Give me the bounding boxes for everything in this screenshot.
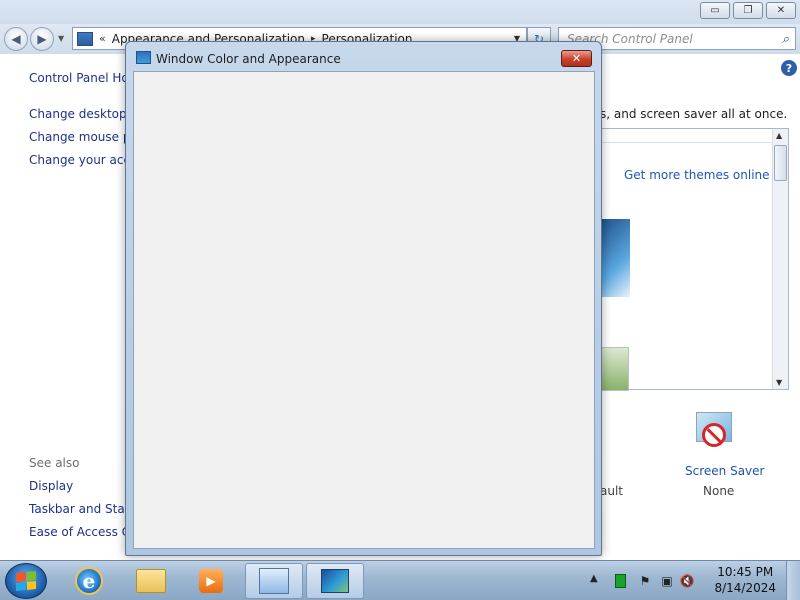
get-more-themes-link[interactable]: Get more themes online bbox=[624, 168, 770, 182]
folder-icon bbox=[136, 569, 166, 593]
screen-saver-icon[interactable] bbox=[693, 410, 735, 454]
breadcrumb-overflow[interactable]: « bbox=[99, 32, 106, 45]
taskbar-media-player[interactable]: ▶ bbox=[182, 563, 240, 599]
prohibited-icon bbox=[702, 423, 726, 447]
clock[interactable]: 10:45 PM 8/14/2024 bbox=[714, 564, 776, 596]
window-controls: ▭ ❐ ✕ bbox=[700, 2, 796, 19]
display-link[interactable]: Display bbox=[29, 479, 73, 493]
screen-saver-value: None bbox=[703, 484, 735, 498]
tray-app-icon[interactable] bbox=[615, 574, 626, 588]
themes-divider bbox=[600, 142, 772, 143]
maximize-button[interactable]: ❐ bbox=[733, 2, 763, 19]
show-desktop-button[interactable] bbox=[786, 561, 800, 600]
scrollbar-thumb[interactable] bbox=[774, 145, 787, 181]
back-button[interactable]: ◀ bbox=[4, 27, 28, 51]
dialog-close-button[interactable]: ✕ bbox=[561, 50, 592, 67]
window-color-dialog: Window Color and Appearance ✕ bbox=[125, 41, 602, 556]
forward-button[interactable]: ▶ bbox=[30, 27, 54, 51]
internet-explorer-icon: e bbox=[75, 567, 103, 595]
taskbar-window-color[interactable] bbox=[306, 563, 364, 599]
page-description: s, and screen saver all at once. bbox=[600, 107, 788, 121]
control-panel-icon bbox=[77, 31, 93, 46]
recent-pages-dropdown[interactable]: ▼ bbox=[58, 34, 64, 43]
dialog-title: Window Color and Appearance bbox=[156, 52, 341, 66]
clock-time: 10:45 PM bbox=[717, 565, 774, 579]
search-icon[interactable]: ⌕ bbox=[782, 32, 789, 47]
back-arrow-icon: ◀ bbox=[11, 32, 21, 46]
media-player-icon: ▶ bbox=[199, 569, 223, 593]
taskbar: e ▶ ▲ ⚑ ▣ 🔇 10:45 PM 8/14/2024 bbox=[0, 560, 800, 600]
taskbar-windows-explorer[interactable] bbox=[122, 563, 180, 599]
control-panel-icon bbox=[259, 568, 289, 594]
scroll-down-icon[interactable]: ▼ bbox=[776, 378, 782, 387]
close-button[interactable]: ✕ bbox=[766, 2, 796, 19]
taskbar-internet-explorer[interactable]: e bbox=[60, 563, 118, 599]
volume-muted-icon[interactable]: 🔇 bbox=[680, 574, 695, 588]
themes-list[interactable]: Get more themes online ▲ ▼ bbox=[600, 128, 789, 391]
default-label-partial: ault bbox=[600, 484, 623, 498]
network-icon[interactable]: ▣ bbox=[660, 574, 674, 588]
left-pane: Control Panel Home Change desktop icons … bbox=[0, 54, 203, 560]
window-color-icon bbox=[136, 51, 151, 64]
screen-saver-link[interactable]: Screen Saver bbox=[685, 464, 764, 478]
forward-arrow-icon: ▶ bbox=[37, 32, 47, 46]
clock-date: 8/14/2024 bbox=[714, 581, 776, 595]
taskbar-control-panel[interactable] bbox=[245, 563, 303, 599]
see-also-heading: See also bbox=[29, 456, 80, 470]
start-button[interactable] bbox=[5, 563, 47, 599]
windows-logo-icon bbox=[16, 570, 36, 592]
show-hidden-icons-button[interactable]: ▲ bbox=[590, 573, 598, 584]
action-center-flag-icon[interactable]: ⚑ bbox=[638, 574, 652, 588]
window-color-icon bbox=[321, 569, 349, 593]
dialog-client-area bbox=[133, 71, 595, 549]
help-icon[interactable]: ? bbox=[781, 60, 797, 76]
themes-scrollbar[interactable]: ▲ ▼ bbox=[772, 129, 788, 389]
theme-thumbnail[interactable] bbox=[600, 219, 630, 297]
window-title-bar: ▭ ❐ ✕ bbox=[0, 0, 800, 24]
theme-thumbnail[interactable] bbox=[600, 347, 629, 391]
system-tray: ▲ ⚑ ▣ 🔇 10:45 PM 8/14/2024 bbox=[580, 561, 800, 600]
minimize-button[interactable]: ▭ bbox=[700, 2, 730, 19]
scroll-up-icon[interactable]: ▲ bbox=[776, 131, 782, 140]
